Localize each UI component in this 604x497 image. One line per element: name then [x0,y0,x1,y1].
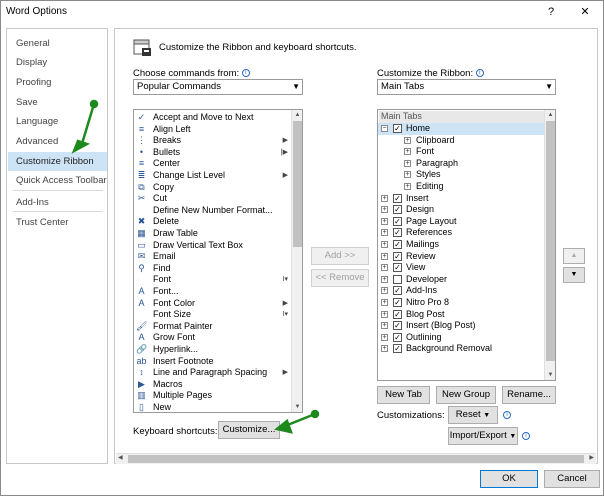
word-options-dialog: Word Options ? ✕ General Display Proofing S… [0,0,604,496]
arrow-to-customize-button [274,409,320,434]
annotation-arrows [71,99,320,434]
arrow-to-customize-ribbon [71,99,99,154]
